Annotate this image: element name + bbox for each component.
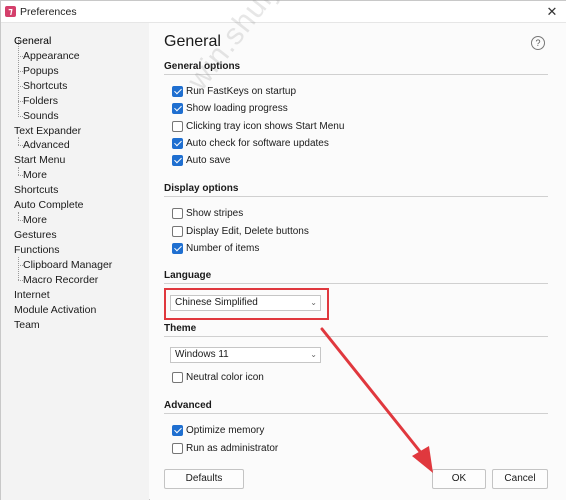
- sidebar-item-popups[interactable]: Popups: [23, 65, 59, 77]
- sidebar-item-internet[interactable]: Internet: [14, 289, 50, 301]
- checkbox-unchecked-icon[interactable]: [172, 207, 183, 219]
- section-divider: [164, 74, 548, 75]
- app-logo-icon: ⁊: [5, 6, 16, 17]
- sidebar-item-shortcuts[interactable]: Shortcuts: [23, 80, 67, 92]
- sidebar-item-folders[interactable]: Folders: [23, 95, 58, 107]
- preferences-window: ⁊ Preferences ✕ General Appearance Popup…: [0, 0, 566, 500]
- checkbox-unchecked-icon[interactable]: [172, 120, 183, 132]
- checkbox-unchecked-icon[interactable]: [172, 371, 183, 383]
- cancel-button[interactable]: Cancel: [492, 469, 548, 489]
- tree-connector: [18, 167, 19, 175]
- chevron-down-icon: ⌄: [310, 350, 317, 359]
- checkbox-checked-icon[interactable]: [172, 102, 183, 114]
- option-label: Optimize memory: [186, 424, 265, 436]
- checkbox-unchecked-icon[interactable]: [172, 442, 183, 454]
- option-show-loading-progress[interactable]: Show loading progress: [172, 101, 288, 115]
- option-auto-check-updates[interactable]: Auto check for software updates: [172, 136, 329, 150]
- page-title: General: [164, 33, 221, 50]
- settings-panel: General ? General options Run FastKeys o…: [150, 23, 566, 500]
- chevron-down-icon: ⌄: [310, 298, 317, 307]
- option-label: Auto save: [186, 154, 231, 166]
- checkbox-unchecked-icon[interactable]: [172, 225, 183, 237]
- sidebar-item-start-menu-more[interactable]: More: [23, 169, 47, 181]
- sidebar-item-auto-complete-more[interactable]: More: [23, 214, 47, 226]
- option-show-stripes[interactable]: Show stripes: [172, 206, 243, 220]
- section-title-theme: Theme: [164, 323, 197, 334]
- option-label: Show stripes: [186, 207, 244, 219]
- theme-select[interactable]: Windows 11 ⌄: [170, 347, 321, 363]
- ok-button[interactable]: OK: [432, 469, 486, 489]
- sidebar-item-text-expander-advanced[interactable]: Advanced: [23, 139, 70, 151]
- option-label: Display Edit, Delete buttons: [186, 225, 309, 237]
- help-icon[interactable]: ?: [531, 36, 545, 50]
- sidebar-item-auto-complete[interactable]: Auto Complete: [14, 199, 83, 211]
- tree-connector: [18, 212, 19, 220]
- sidebar-item-sounds[interactable]: Sounds: [23, 110, 59, 122]
- option-tray-shows-start-menu[interactable]: Clicking tray icon shows Start Menu: [172, 119, 344, 133]
- option-label: Run FastKeys on startup: [186, 85, 297, 97]
- section-divider: [164, 413, 548, 414]
- option-run-as-admin[interactable]: Run as administrator: [172, 441, 278, 455]
- section-title-general-options: General options: [164, 61, 241, 72]
- section-title-language: Language: [164, 270, 212, 281]
- checkbox-checked-icon[interactable]: [172, 137, 183, 149]
- option-label: Neutral color icon: [186, 371, 264, 383]
- option-label: Auto check for software updates: [186, 137, 329, 149]
- sidebar-item-functions[interactable]: Functions: [14, 244, 60, 256]
- theme-select-value: Windows 11: [175, 349, 229, 360]
- language-select[interactable]: Chinese Simplified ⌄: [170, 295, 321, 311]
- language-select-value: Chinese Simplified: [175, 297, 258, 308]
- window-title: Preferences: [20, 6, 77, 18]
- sidebar-item-module-activation[interactable]: Module Activation: [14, 304, 96, 316]
- tree-connector: [18, 137, 19, 145]
- tree-connector: [18, 257, 19, 280]
- section-divider: [164, 336, 548, 337]
- close-button[interactable]: ✕: [537, 1, 566, 23]
- title-bar: ⁊ Preferences ✕: [1, 1, 566, 23]
- sidebar-nav: General Appearance Popups Shortcuts Fold…: [1, 23, 149, 500]
- checkbox-checked-icon[interactable]: [172, 242, 183, 254]
- sidebar-item-general[interactable]: General: [14, 35, 51, 47]
- section-title-display-options: Display options: [164, 183, 239, 194]
- sidebar-item-gestures[interactable]: Gestures: [14, 229, 57, 241]
- option-neutral-color-icon[interactable]: Neutral color icon: [172, 370, 264, 384]
- option-label: Number of items: [186, 242, 260, 254]
- sidebar-item-clipboard-manager[interactable]: Clipboard Manager: [23, 259, 112, 271]
- option-auto-save[interactable]: Auto save: [172, 153, 230, 167]
- sidebar-item-macro-recorder[interactable]: Macro Recorder: [23, 274, 98, 286]
- option-label: Run as administrator: [186, 442, 279, 454]
- option-display-edit-delete[interactable]: Display Edit, Delete buttons: [172, 224, 309, 238]
- sidebar-item-team[interactable]: Team: [14, 319, 40, 331]
- sidebar-item-text-expander[interactable]: Text Expander: [14, 125, 81, 137]
- defaults-button[interactable]: Defaults: [164, 469, 244, 489]
- option-number-of-items[interactable]: Number of items: [172, 241, 259, 255]
- sidebar-item-start-menu[interactable]: Start Menu: [14, 154, 65, 166]
- sidebar-item-appearance[interactable]: Appearance: [23, 50, 80, 62]
- option-label: Show loading progress: [186, 102, 288, 114]
- section-divider: [164, 283, 548, 284]
- checkbox-checked-icon[interactable]: [172, 154, 183, 166]
- option-label: Clicking tray icon shows Start Menu: [186, 120, 345, 132]
- close-icon: ✕: [546, 4, 558, 19]
- section-title-advanced: Advanced: [164, 400, 212, 411]
- checkbox-checked-icon[interactable]: [172, 424, 183, 436]
- section-divider: [164, 196, 548, 197]
- checkbox-checked-icon[interactable]: [172, 85, 183, 97]
- option-run-on-startup[interactable]: Run FastKeys on startup: [172, 84, 296, 98]
- tree-connector: [18, 37, 19, 117]
- option-optimize-memory[interactable]: Optimize memory: [172, 423, 264, 437]
- sidebar-item-shortcuts-root[interactable]: Shortcuts: [14, 184, 58, 196]
